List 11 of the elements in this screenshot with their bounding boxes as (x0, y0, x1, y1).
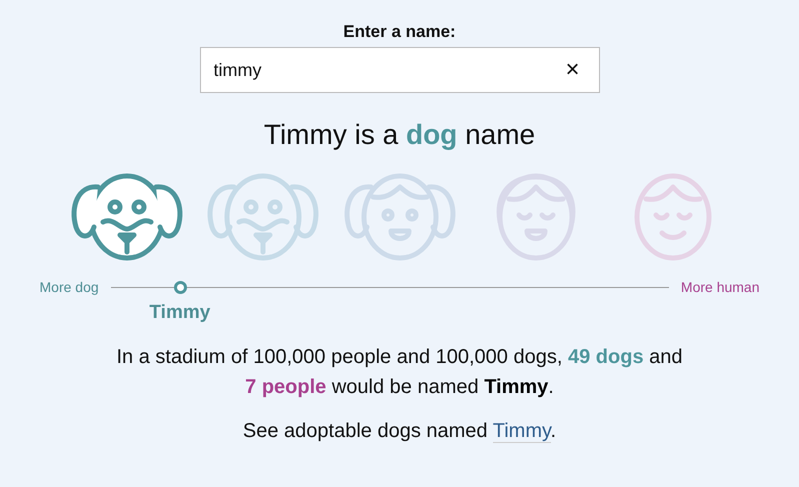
result-headline: Timmy is a dog name (264, 119, 536, 151)
adopt-sentence: See adoptable dogs named Timmy. (242, 419, 556, 445)
marker-label: Timmy (149, 301, 210, 325)
adopt-link[interactable]: Timmy (492, 420, 551, 443)
field-label: Enter a name: (343, 22, 456, 42)
scale-left-label: More dog (40, 278, 99, 297)
name-input[interactable]: timmy × (200, 47, 600, 93)
clear-button[interactable]: × (559, 58, 586, 82)
stadium-sentence: In a stadium of 100,000 people and 100,000 dogs, 49 dogs and 7 people would be named Timmy. (116, 345, 684, 400)
scale-right-label: More human (680, 278, 760, 297)
name-field[interactable]: timmy (214, 56, 560, 84)
